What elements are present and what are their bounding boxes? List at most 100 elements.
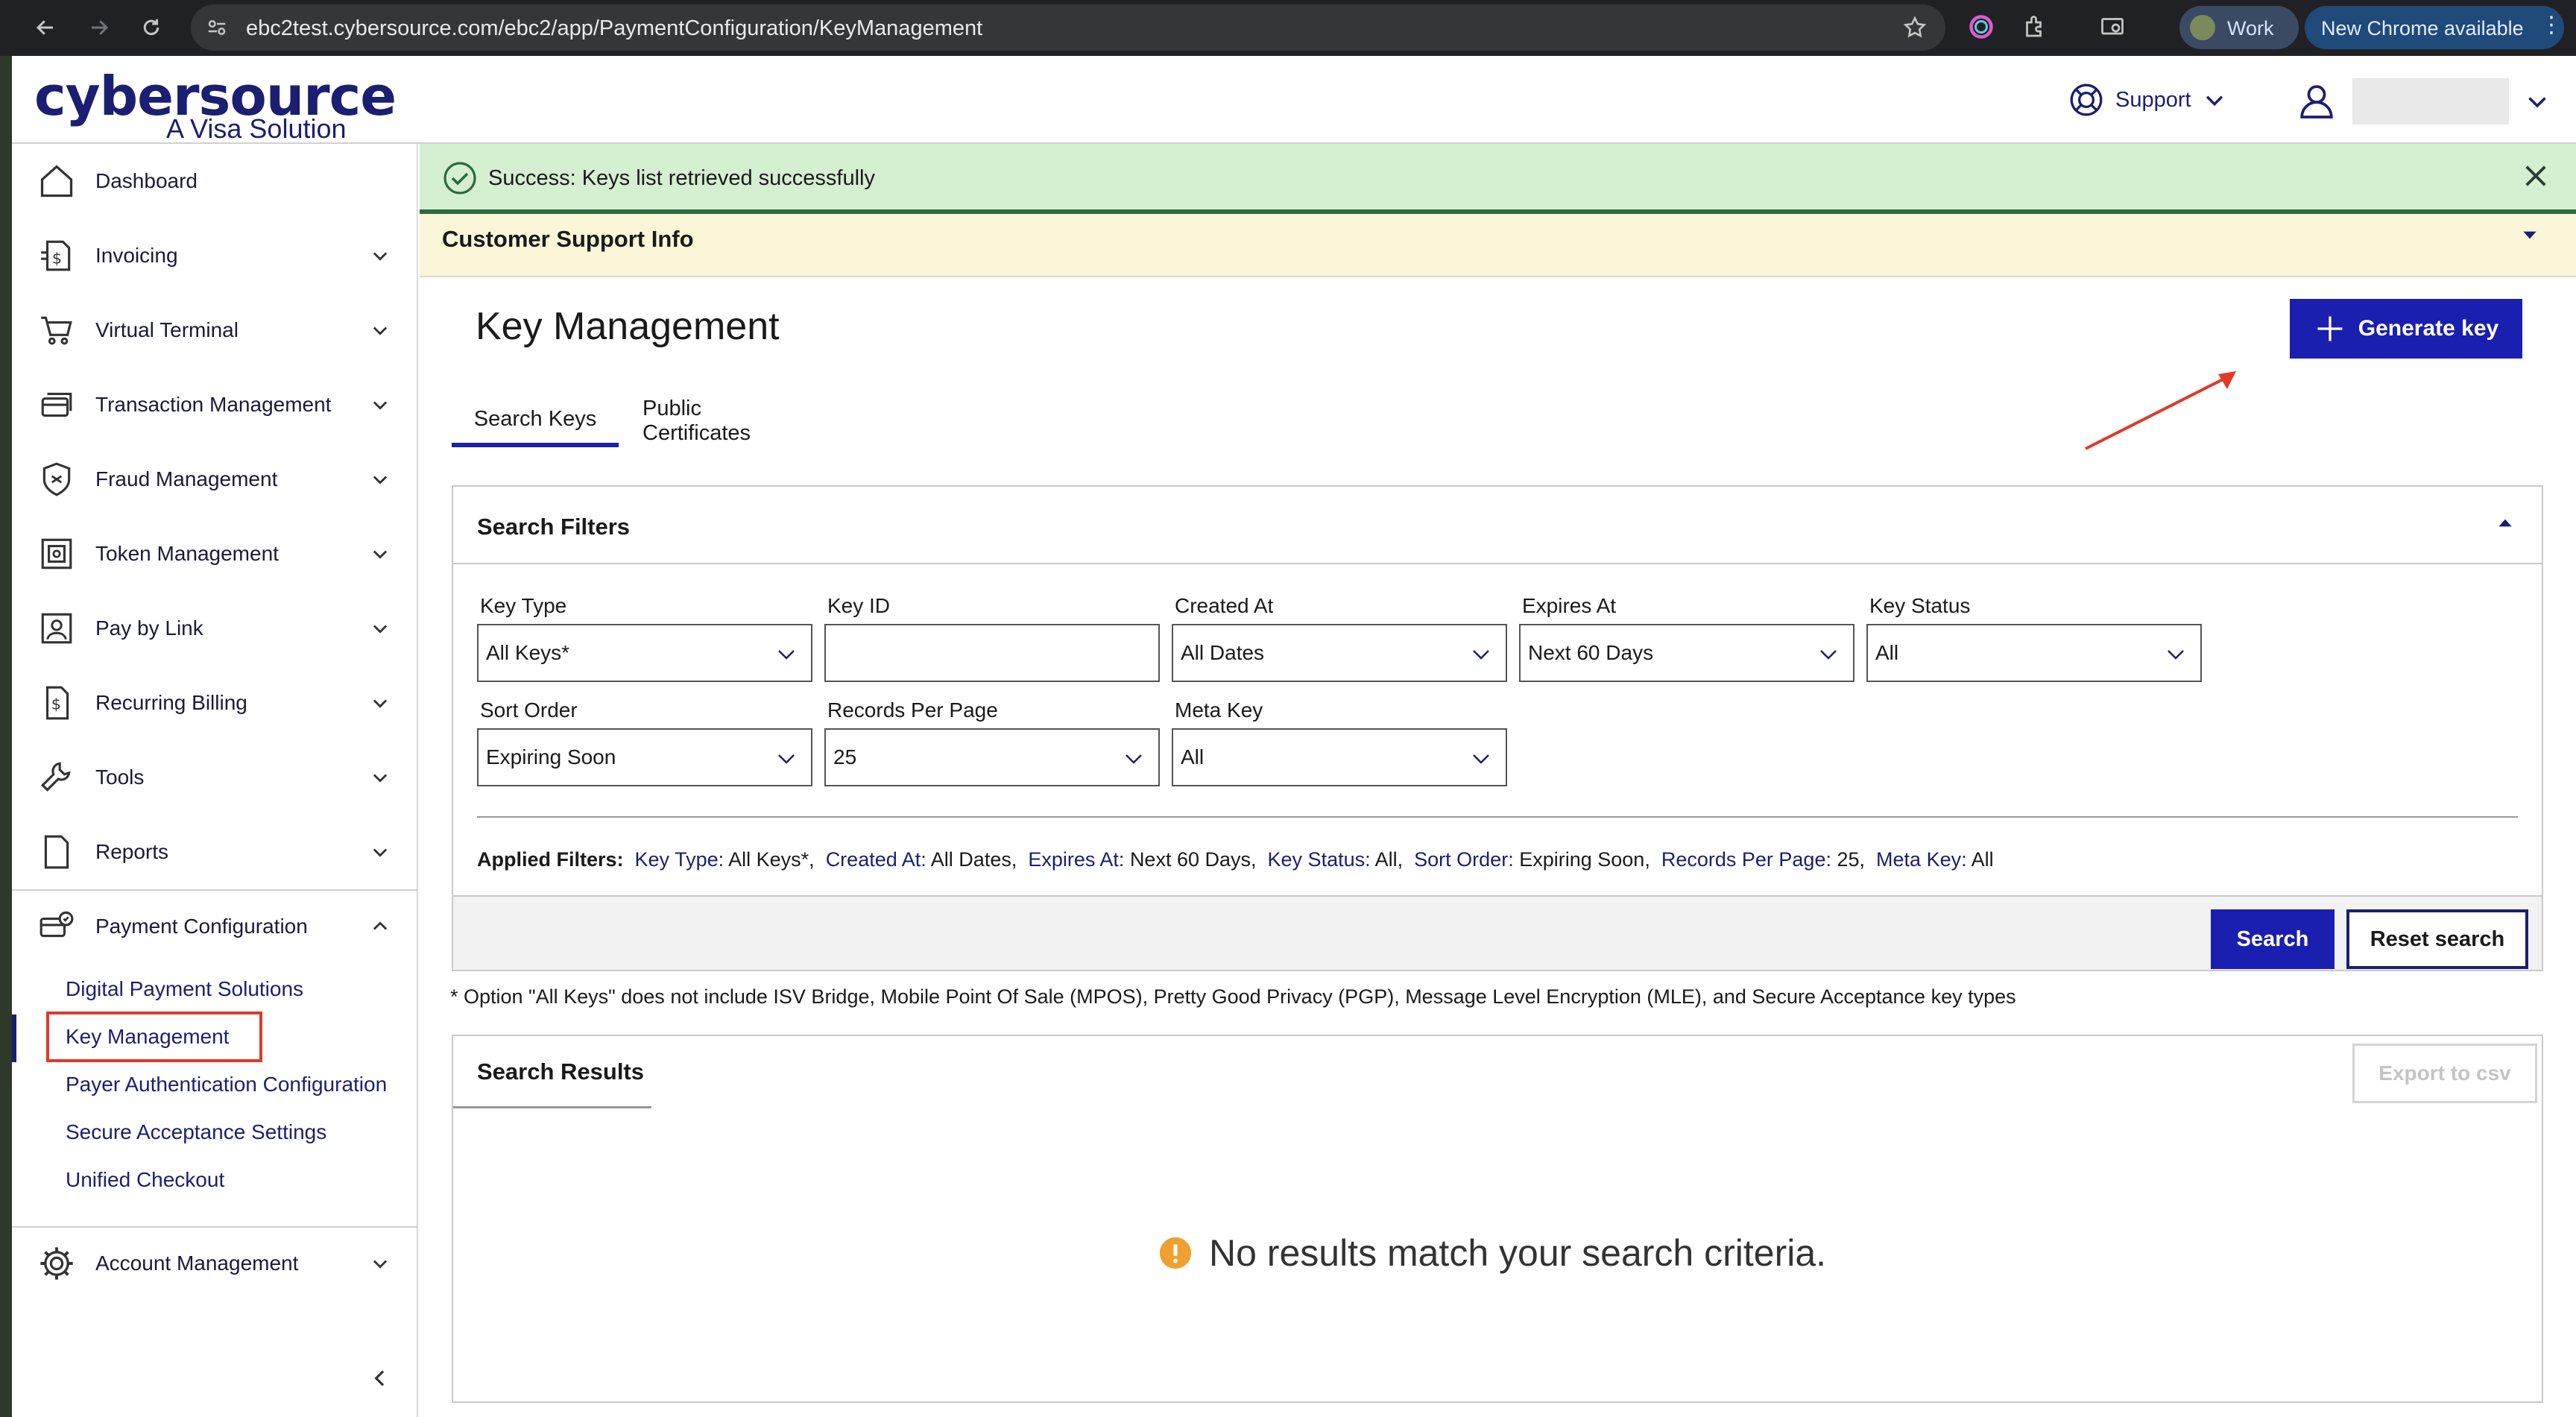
sidebar-item-fraud-management[interactable]: Fraud Management <box>12 442 418 517</box>
sidebar-subitem-payer-authentication[interactable]: Payer Authentication Configuration <box>66 1073 387 1096</box>
sidebar-item-virtual-terminal[interactable]: Virtual Terminal <box>12 293 418 367</box>
document-icon <box>36 831 78 873</box>
sidebar-subitem-secure-acceptance[interactable]: Secure Acceptance Settings <box>66 1120 326 1144</box>
sidebar-item-token-management[interactable]: Token Management <box>12 517 418 591</box>
chevron-down-icon <box>1820 650 1837 660</box>
sort-order-value: Expiring Soon <box>486 745 616 769</box>
tab-search-keys[interactable]: Search Keys <box>452 395 619 447</box>
chevron-down-icon <box>1473 754 1489 764</box>
cards-icon <box>36 384 78 426</box>
key-type-value: All Keys* <box>486 641 570 664</box>
sidebar-subitem-digital-payment-solutions[interactable]: Digital Payment Solutions <box>66 977 303 1001</box>
chrome-update-button[interactable]: New Chrome available ⋮ <box>2305 6 2564 49</box>
key-type-label: Key Type <box>480 594 567 617</box>
chevron-down-icon <box>368 393 392 417</box>
chevron-down-icon <box>1126 754 1142 764</box>
search-button[interactable]: Search <box>2211 909 2334 969</box>
expires-at-select[interactable]: Next 60 Days <box>1519 624 1854 682</box>
menu-kebab-icon[interactable]: ⋮ <box>2540 12 2563 38</box>
payment-config-icon <box>36 906 78 947</box>
shield-icon <box>36 458 78 500</box>
tab-public-certificates[interactable]: Public Certificates <box>643 395 814 447</box>
browser-toolbar: ebc2test.cybersource.com/ebc2/app/Paymen… <box>0 0 2576 56</box>
sidebar-item-recurring-billing[interactable]: $ Recurring Billing <box>12 666 418 740</box>
applied-filter-key: Key Status: <box>1267 848 1371 871</box>
key-id-input[interactable] <box>824 624 1160 682</box>
sidebar-item-payment-configuration[interactable]: Payment Configuration <box>12 889 418 964</box>
created-at-select[interactable]: All Dates <box>1172 624 1507 682</box>
sidebar-item-reports[interactable]: Reports <box>12 815 418 889</box>
applied-filter-value: All Keys*, <box>728 848 815 871</box>
meta-key-select[interactable]: All <box>1172 728 1507 786</box>
bookmark-star-icon[interactable] <box>1902 15 1928 44</box>
logo-tagline: A Visa Solution <box>166 113 347 144</box>
key-status-select[interactable]: All <box>1866 624 2202 682</box>
search-results-panel: Search Results Export to csv No results … <box>452 1035 2543 1403</box>
reset-search-button[interactable]: Reset search <box>2346 909 2528 969</box>
caret-up-icon[interactable] <box>2496 515 2515 534</box>
sidebar-item-label: Virtual Terminal <box>95 318 239 341</box>
sidebar-item-label: Dashboard <box>95 169 198 192</box>
back-icon[interactable] <box>28 10 63 45</box>
success-alert: Success: Keys list retrieved successfull… <box>420 144 2576 214</box>
support-label: Support <box>2115 87 2191 112</box>
sidebar-item-label: Tools <box>95 766 145 789</box>
profile-button[interactable]: Work <box>2179 6 2299 49</box>
meta-key-value: All <box>1181 745 1205 769</box>
user-menu[interactable] <box>2296 78 2551 124</box>
reload-icon[interactable] <box>134 10 168 45</box>
support-menu[interactable]: Support <box>2068 81 2227 119</box>
sidebar-item-tools[interactable]: Tools <box>12 740 418 815</box>
profile-avatar <box>2190 15 2215 40</box>
sidebar-item-transaction-management[interactable]: Transaction Management <box>12 367 418 442</box>
success-message: Success: Keys list retrieved successfull… <box>488 166 875 190</box>
chevron-down-icon <box>368 766 392 789</box>
customer-support-info-bar[interactable]: Customer Support Info <box>420 214 2576 277</box>
active-indicator <box>12 1014 16 1062</box>
search-filters-header[interactable]: Search Filters <box>453 487 2542 564</box>
sidebar-item-invoicing[interactable]: $ Invoicing <box>12 218 418 293</box>
expires-at-value: Next 60 Days <box>1528 641 1654 664</box>
wrench-icon <box>36 757 78 798</box>
key-type-select[interactable]: All Keys* <box>477 624 812 682</box>
sidebar-item-dashboard[interactable]: Dashboard <box>12 144 418 218</box>
chevron-down-icon <box>368 542 392 566</box>
site-settings-icon[interactable] <box>206 16 228 42</box>
home-icon <box>36 160 78 202</box>
url-text[interactable]: ebc2test.cybersource.com/ebc2/app/Paymen… <box>246 16 982 41</box>
sidebar-item-pay-by-link[interactable]: Pay by Link <box>12 591 418 666</box>
sort-order-label: Sort Order <box>480 698 578 722</box>
extensions-puzzle-icon[interactable] <box>2021 13 2048 44</box>
expires-at-label: Expires At <box>1522 594 1617 617</box>
records-per-page-label: Records Per Page <box>827 698 998 722</box>
sidebar-item-label: Recurring Billing <box>95 691 247 714</box>
applied-filter-key: Expires At: <box>1028 848 1125 871</box>
applied-filter-key: Sort Order: <box>1414 848 1514 871</box>
extension-color-icon[interactable] <box>1968 13 1995 44</box>
generate-key-label: Generate key <box>2358 316 2499 341</box>
filters-divider <box>477 816 2518 818</box>
export-csv-button[interactable]: Export to csv <box>2352 1044 2537 1103</box>
user-icon <box>2300 85 2333 119</box>
sort-order-select[interactable]: Expiring Soon <box>477 728 812 786</box>
chevron-down-icon <box>368 467 392 491</box>
caret-down-icon[interactable] <box>2520 227 2539 246</box>
profile-label: Work <box>2227 17 2274 40</box>
sidebar-item-account-management[interactable]: Account Management <box>12 1226 418 1301</box>
chevron-down-icon <box>368 244 392 268</box>
collapse-sidebar-icon[interactable] <box>368 1366 392 1394</box>
forward-icon[interactable] <box>82 10 116 45</box>
search-filters-panel: Search Filters Key Type Key ID Created A… <box>452 485 2543 971</box>
address-bar[interactable]: ebc2test.cybersource.com/ebc2/app/Paymen… <box>191 4 1945 51</box>
empty-state: No results match your search criteria. <box>1158 1231 1826 1275</box>
generate-key-button[interactable]: Generate key <box>2290 299 2522 359</box>
media-router-icon[interactable] <box>2099 13 2126 44</box>
records-per-page-select[interactable]: 25 <box>824 728 1160 786</box>
close-icon[interactable] <box>2520 160 2551 195</box>
sidebar-subitem-unified-checkout[interactable]: Unified Checkout <box>66 1168 224 1192</box>
sidebar-item-label: Transaction Management <box>95 393 332 416</box>
applied-filter-key: Key Type: <box>634 848 724 871</box>
gear-icon <box>36 1243 78 1284</box>
username-redacted <box>2352 78 2509 124</box>
lifebuoy-icon <box>2070 83 2103 116</box>
